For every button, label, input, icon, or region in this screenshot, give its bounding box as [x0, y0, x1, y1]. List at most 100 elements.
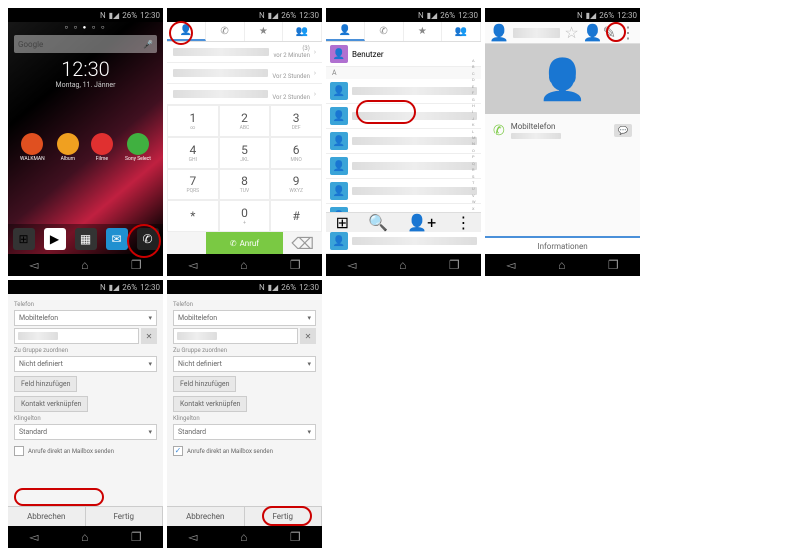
key-#[interactable]: # [270, 200, 322, 232]
back-icon[interactable]: 👤 [489, 23, 509, 42]
recent-call[interactable]: Vor 2 Stunden › [167, 84, 322, 105]
phone-section-label: Telefon [14, 301, 157, 308]
dialpad: 1∞2ABC3DEF 4GHI5JKL6MNO 7PQRS8TUV9WXYZ *0+# [167, 105, 322, 232]
recent-button[interactable]: ❐ [131, 258, 142, 272]
search-icon[interactable]: 🔍 [368, 213, 388, 232]
tab-favorites-icon[interactable]: ★ [245, 22, 284, 41]
app-filme[interactable]: Filme [91, 133, 113, 162]
ringtone-dropdown[interactable]: Standard▾ [173, 424, 316, 440]
key-7[interactable]: 7PQRS [167, 169, 219, 201]
dock: ⊞ ▶ ▦ ✉ ✆ [8, 224, 163, 254]
info-tab[interactable]: Informationen [485, 236, 640, 254]
dialer-screen: N▮◢26%12:30 👤 ✆ ★ 👥 (3)vor 2 Minuten › V… [167, 8, 322, 276]
phone-type: Mobiltelefon [511, 122, 561, 131]
tab-recents-icon[interactable]: ✆ [206, 22, 245, 41]
messaging-icon[interactable]: ✉ [106, 228, 128, 250]
key-4[interactable]: 4GHI [167, 137, 219, 169]
signal-icon: ▮◢ [109, 11, 120, 20]
clock-widget[interactable]: 12:30 [8, 57, 163, 81]
mailbox-checkbox[interactable] [173, 446, 183, 456]
recent-call[interactable]: (3)vor 2 Minuten › [167, 42, 322, 63]
sms-icon[interactable]: 💬 [614, 124, 632, 137]
widget-icon[interactable]: ⊞ [13, 228, 35, 250]
phone-entry[interactable]: ✆ Mobiltelefon 💬 [485, 114, 640, 147]
group-dropdown[interactable]: Nicht definiert▾ [173, 356, 316, 372]
done-button[interactable]: Fertig [245, 507, 323, 526]
app-sony select[interactable]: Sony Select [125, 133, 151, 162]
play-store-icon[interactable]: ▶ [44, 228, 66, 250]
add-contact-icon[interactable]: 👤+ [407, 213, 436, 232]
alpha-index[interactable]: ABCDEFGHIJKLMNOPQRSTUVWXYZ# [472, 56, 480, 232]
contact-item[interactable]: 👤 [326, 179, 481, 204]
menu-icon[interactable]: ⋮ [620, 23, 636, 42]
contact-item[interactable]: 👤 [326, 154, 481, 179]
home-screen: N ▮◢ 26% 12:30 ○ ○ ● ○ ○ Google 🎤 12:30 … [8, 8, 163, 276]
done-button[interactable]: Fertig [86, 507, 164, 526]
phone-icon: ✆ [493, 123, 505, 139]
phone-type-dropdown[interactable]: Mobiltelefon▾ [173, 310, 316, 326]
app-album[interactable]: Album [57, 133, 79, 162]
tab-contacts-icon[interactable]: 👤 [326, 22, 365, 41]
contact-item[interactable]: 👤 [326, 104, 481, 129]
key-9[interactable]: 9WXYZ [270, 169, 322, 201]
cancel-button[interactable]: Abbrechen [167, 507, 245, 526]
google-search[interactable]: Google 🎤 [14, 35, 157, 53]
edit-contact-screen-checked: N▮◢26%12:30 Screenshot wird gespeichert.… [167, 280, 322, 548]
page-indicator: ○ ○ ● ○ ○ [8, 24, 163, 31]
phone-number-input[interactable] [14, 328, 139, 344]
key-8[interactable]: 8TUV [219, 169, 271, 201]
mailbox-checkbox[interactable] [14, 446, 24, 456]
user-profile-row[interactable]: 👤 Benutzer [326, 42, 481, 67]
user-name: Benutzer [352, 50, 384, 59]
contact-item[interactable]: 👤 [326, 129, 481, 154]
contact-item[interactable]: 👤 [326, 79, 481, 104]
contact-avatar: 👤 [485, 44, 640, 114]
contact-item[interactable]: 👤 [326, 229, 481, 254]
dialpad-icon[interactable]: ⊞ [336, 213, 349, 232]
status-time: 12:30 [140, 11, 160, 20]
backspace-icon[interactable]: ⌫ [283, 232, 322, 254]
tab-recents-icon[interactable]: ✆ [365, 22, 404, 41]
tab-favorites-icon[interactable]: ★ [404, 22, 443, 41]
recent-call[interactable]: Vor 2 Stunden › [167, 63, 322, 84]
link-contact-button[interactable]: Kontakt verknüpfen [14, 396, 88, 412]
key-5[interactable]: 5JKL [219, 137, 271, 169]
link-contact-button[interactable]: Kontakt verknüpfen [173, 396, 247, 412]
ringtone-label: Klingelton [14, 415, 157, 422]
clear-button[interactable]: ✕ [300, 328, 316, 344]
key-*[interactable]: * [167, 200, 219, 232]
battery-text: 26% [122, 11, 137, 20]
add-field-button[interactable]: Feld hinzufügen [14, 376, 77, 392]
mic-icon[interactable]: 🎤 [143, 40, 153, 49]
status-bar: N ▮◢ 26% 12:30 [8, 8, 163, 22]
tab-groups-icon[interactable]: 👥 [283, 22, 322, 41]
key-6[interactable]: 6MNO [270, 137, 322, 169]
app-walkman[interactable]: WALKMAN [20, 133, 45, 162]
contacts-screen: N▮◢26%12:30 👤 ✆ ★ 👥 👤 Benutzer A 👤 👤 👤 👤 [326, 8, 481, 276]
key-1[interactable]: 1∞ [167, 105, 219, 137]
group-dropdown[interactable]: Nicht definiert▾ [14, 356, 157, 372]
edit-contact-icon[interactable]: 👤✎ [583, 23, 616, 42]
call-button[interactable]: ✆ Anruf [206, 232, 284, 254]
cancel-button[interactable]: Abbrechen [8, 507, 86, 526]
tab-groups-icon[interactable]: 👥 [442, 22, 481, 41]
phone-number-input[interactable] [173, 328, 298, 344]
group-label: Zu Gruppe zuordnen [14, 347, 157, 354]
clear-button[interactable]: ✕ [141, 328, 157, 344]
key-3[interactable]: 3DEF [270, 105, 322, 137]
mailbox-label: Anrufe direkt an Mailbox senden [28, 448, 114, 455]
back-button[interactable]: ◅ [29, 258, 38, 272]
favorite-icon[interactable]: ☆ [564, 23, 578, 42]
search-placeholder: Google [18, 40, 43, 49]
tab-contacts-icon[interactable]: 👤 [167, 22, 206, 41]
contact-detail-screen: N▮◢26%12:30 👤 ☆ 👤✎ ⋮ 👤 ✆ Mobiltelefon 💬 … [485, 8, 640, 276]
home-button[interactable]: ⌂ [81, 258, 88, 272]
phone-type-dropdown[interactable]: Mobiltelefon▾ [14, 310, 157, 326]
phone-icon[interactable]: ✆ [137, 228, 159, 250]
menu-icon[interactable]: ⋮ [455, 213, 471, 232]
ringtone-dropdown[interactable]: Standard▾ [14, 424, 157, 440]
key-0[interactable]: 0+ [219, 200, 271, 232]
key-2[interactable]: 2ABC [219, 105, 271, 137]
apps-icon[interactable]: ▦ [75, 228, 97, 250]
add-field-button[interactable]: Feld hinzufügen [173, 376, 236, 392]
